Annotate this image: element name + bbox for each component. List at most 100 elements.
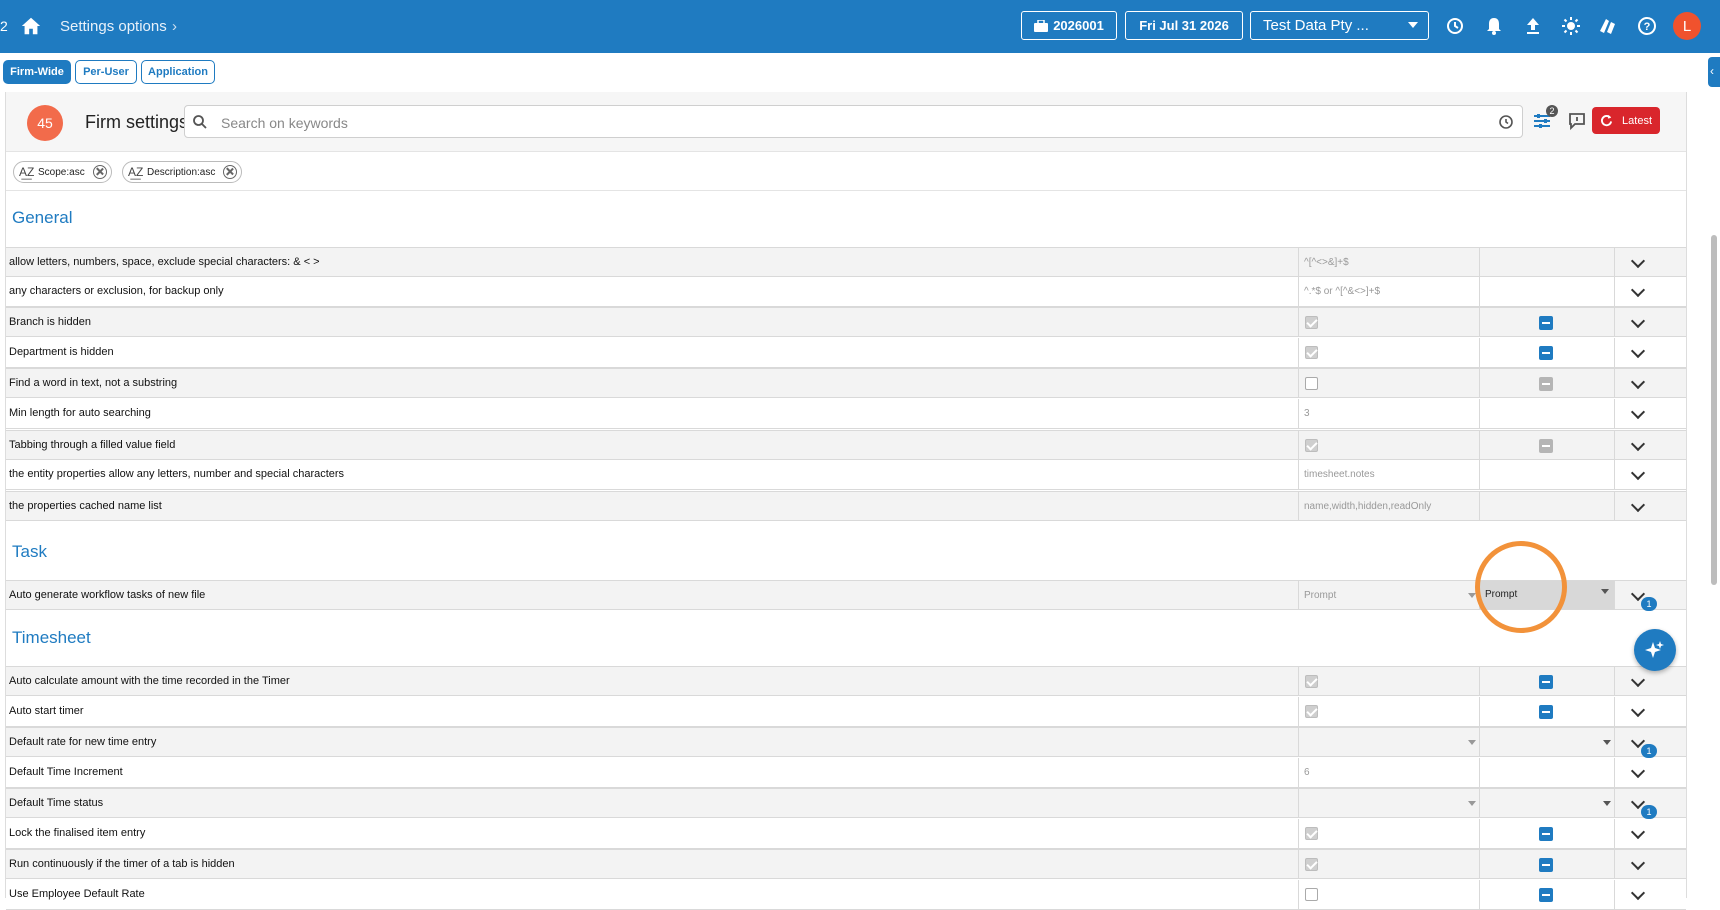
scrollbar-thumb[interactable] bbox=[1711, 235, 1717, 585]
upload-icon[interactable] bbox=[1523, 16, 1543, 36]
setting-row[interactable]: any characters or exclusion, for backup … bbox=[6, 277, 1686, 307]
chevron-down-icon[interactable] bbox=[1630, 497, 1646, 513]
breadcrumb[interactable]: Settings options bbox=[60, 18, 167, 35]
side-panel-toggle[interactable]: ‹ bbox=[1708, 57, 1720, 87]
sort-chip[interactable]: A͟Z Description:asc bbox=[122, 161, 243, 183]
user-indeterminate-checkbox[interactable] bbox=[1539, 827, 1553, 841]
user-value-select[interactable] bbox=[1479, 789, 1615, 817]
user-value-cell[interactable] bbox=[1479, 697, 1615, 726]
user-value-cell[interactable] bbox=[1479, 369, 1615, 397]
theme-icon[interactable] bbox=[1561, 16, 1581, 36]
firm-value-cell[interactable]: ^.*$ or ^[^&<>]+$ bbox=[1298, 277, 1479, 306]
user-value-cell[interactable] bbox=[1479, 819, 1615, 848]
firm-value-cell[interactable] bbox=[1298, 338, 1479, 367]
chevron-down-icon[interactable] bbox=[1630, 282, 1646, 298]
remove-sort-icon[interactable] bbox=[92, 165, 107, 179]
setting-row[interactable]: Lock the finalised item entry bbox=[6, 819, 1686, 849]
chevron-down-icon[interactable] bbox=[1630, 855, 1646, 871]
setting-row[interactable]: Branch is hidden bbox=[6, 307, 1686, 337]
firm-value-cell[interactable] bbox=[1298, 369, 1479, 397]
comment-icon[interactable] bbox=[1567, 111, 1587, 131]
setting-row[interactable]: Use Employee Default Rate bbox=[6, 880, 1686, 910]
setting-row[interactable]: Default rate for new time entry 1 bbox=[6, 727, 1686, 758]
firm-value-select[interactable]: Prompt bbox=[1298, 581, 1479, 609]
user-indeterminate-checkbox[interactable] bbox=[1539, 439, 1553, 453]
firm-checkbox[interactable] bbox=[1305, 377, 1318, 390]
tab-per-user[interactable]: Per-User bbox=[75, 60, 137, 84]
firm-value-select[interactable] bbox=[1298, 789, 1479, 817]
user-value-cell[interactable] bbox=[1479, 338, 1615, 367]
firm-value-cell[interactable] bbox=[1298, 697, 1479, 726]
avatar[interactable]: L bbox=[1673, 12, 1701, 40]
user-indeterminate-checkbox[interactable] bbox=[1539, 675, 1553, 689]
user-value-cell[interactable] bbox=[1479, 758, 1615, 787]
firm-checkbox[interactable] bbox=[1305, 827, 1318, 840]
tab-firm-wide[interactable]: Firm-Wide bbox=[3, 60, 71, 84]
firm-value-cell[interactable] bbox=[1298, 819, 1479, 848]
user-indeterminate-checkbox[interactable] bbox=[1539, 888, 1553, 902]
firm-value-cell[interactable] bbox=[1298, 880, 1479, 909]
firm-value-cell[interactable] bbox=[1298, 850, 1479, 878]
firm-checkbox[interactable] bbox=[1305, 858, 1318, 871]
bell-icon[interactable] bbox=[1484, 16, 1504, 36]
chevron-down-icon[interactable] bbox=[1630, 343, 1646, 359]
user-value-cell[interactable] bbox=[1479, 308, 1615, 336]
chevron-down-icon[interactable] bbox=[1630, 672, 1646, 688]
user-value-cell[interactable] bbox=[1479, 667, 1615, 695]
chevron-down-icon[interactable] bbox=[1630, 824, 1646, 840]
chevron-down-icon[interactable] bbox=[1630, 702, 1646, 718]
remove-sort-icon[interactable] bbox=[223, 165, 238, 179]
user-indeterminate-checkbox[interactable] bbox=[1539, 705, 1553, 719]
user-value-cell[interactable] bbox=[1479, 431, 1615, 459]
firm-value-cell[interactable]: timesheet.notes bbox=[1298, 460, 1479, 489]
firm-value-cell[interactable] bbox=[1298, 667, 1479, 695]
chevron-down-icon[interactable] bbox=[1630, 763, 1646, 779]
setting-row[interactable]: the entity properties allow any letters,… bbox=[6, 460, 1686, 490]
setting-row[interactable]: Find a word in text, not a substring bbox=[6, 368, 1686, 398]
setting-row[interactable]: allow letters, numbers, space, exclude s… bbox=[6, 247, 1686, 277]
search-input[interactable] bbox=[219, 106, 1483, 139]
setting-row[interactable]: Default Time status 1 bbox=[6, 788, 1686, 819]
setting-row[interactable]: Tabbing through a filled value field bbox=[6, 430, 1686, 460]
help-icon[interactable]: ? bbox=[1637, 16, 1657, 36]
matter-button[interactable]: 2026001 bbox=[1021, 11, 1117, 40]
setting-row[interactable]: Auto calculate amount with the time reco… bbox=[6, 666, 1686, 696]
setting-row[interactable]: Auto start timer bbox=[6, 697, 1686, 727]
chevron-down-icon[interactable] bbox=[1630, 253, 1646, 269]
chevron-down-icon[interactable] bbox=[1630, 313, 1646, 329]
firm-value-cell[interactable]: 3 bbox=[1298, 399, 1479, 428]
setting-row[interactable]: Default Time Increment 6 bbox=[6, 758, 1686, 788]
user-indeterminate-checkbox[interactable] bbox=[1539, 316, 1553, 330]
firm-value-cell[interactable] bbox=[1298, 308, 1479, 336]
user-value-cell[interactable] bbox=[1479, 248, 1615, 276]
company-select[interactable]: Test Data Pty ... bbox=[1250, 11, 1429, 40]
user-value-cell[interactable] bbox=[1479, 277, 1615, 306]
setting-row[interactable]: the properties cached name list name,wid… bbox=[6, 491, 1686, 521]
user-indeterminate-checkbox[interactable] bbox=[1539, 858, 1553, 872]
book-icon[interactable] bbox=[1598, 16, 1618, 36]
tab-application[interactable]: Application bbox=[141, 60, 215, 84]
setting-row[interactable]: Auto generate workflow tasks of new file… bbox=[6, 580, 1686, 611]
user-indeterminate-checkbox[interactable] bbox=[1539, 377, 1553, 391]
chevron-down-icon[interactable] bbox=[1630, 436, 1646, 452]
firm-checkbox[interactable] bbox=[1305, 439, 1318, 452]
home-icon[interactable] bbox=[20, 15, 42, 37]
firm-checkbox[interactable] bbox=[1305, 346, 1318, 359]
user-value-cell[interactable] bbox=[1479, 460, 1615, 489]
setting-row[interactable]: Min length for auto searching 3 bbox=[6, 399, 1686, 429]
firm-value-select[interactable] bbox=[1298, 728, 1479, 756]
firm-checkbox[interactable] bbox=[1305, 888, 1318, 901]
firm-checkbox[interactable] bbox=[1305, 316, 1318, 329]
firm-value-cell[interactable] bbox=[1298, 431, 1479, 459]
firm-checkbox[interactable] bbox=[1305, 675, 1318, 688]
user-value-select[interactable] bbox=[1479, 728, 1615, 756]
firm-value-cell[interactable]: 6 bbox=[1298, 758, 1479, 787]
user-indeterminate-checkbox[interactable] bbox=[1539, 346, 1553, 360]
ai-assistant-button[interactable] bbox=[1634, 629, 1676, 671]
date-button[interactable]: Fri Jul 31 2026 bbox=[1125, 11, 1243, 40]
user-value-cell[interactable] bbox=[1479, 399, 1615, 428]
sort-chip[interactable]: A͟Z Scope:asc bbox=[13, 161, 112, 183]
setting-row[interactable]: Run continuously if the timer of a tab i… bbox=[6, 849, 1686, 879]
chevron-down-icon[interactable] bbox=[1630, 465, 1646, 481]
firm-value-cell[interactable]: ^[^<>&]+$ bbox=[1298, 248, 1479, 276]
